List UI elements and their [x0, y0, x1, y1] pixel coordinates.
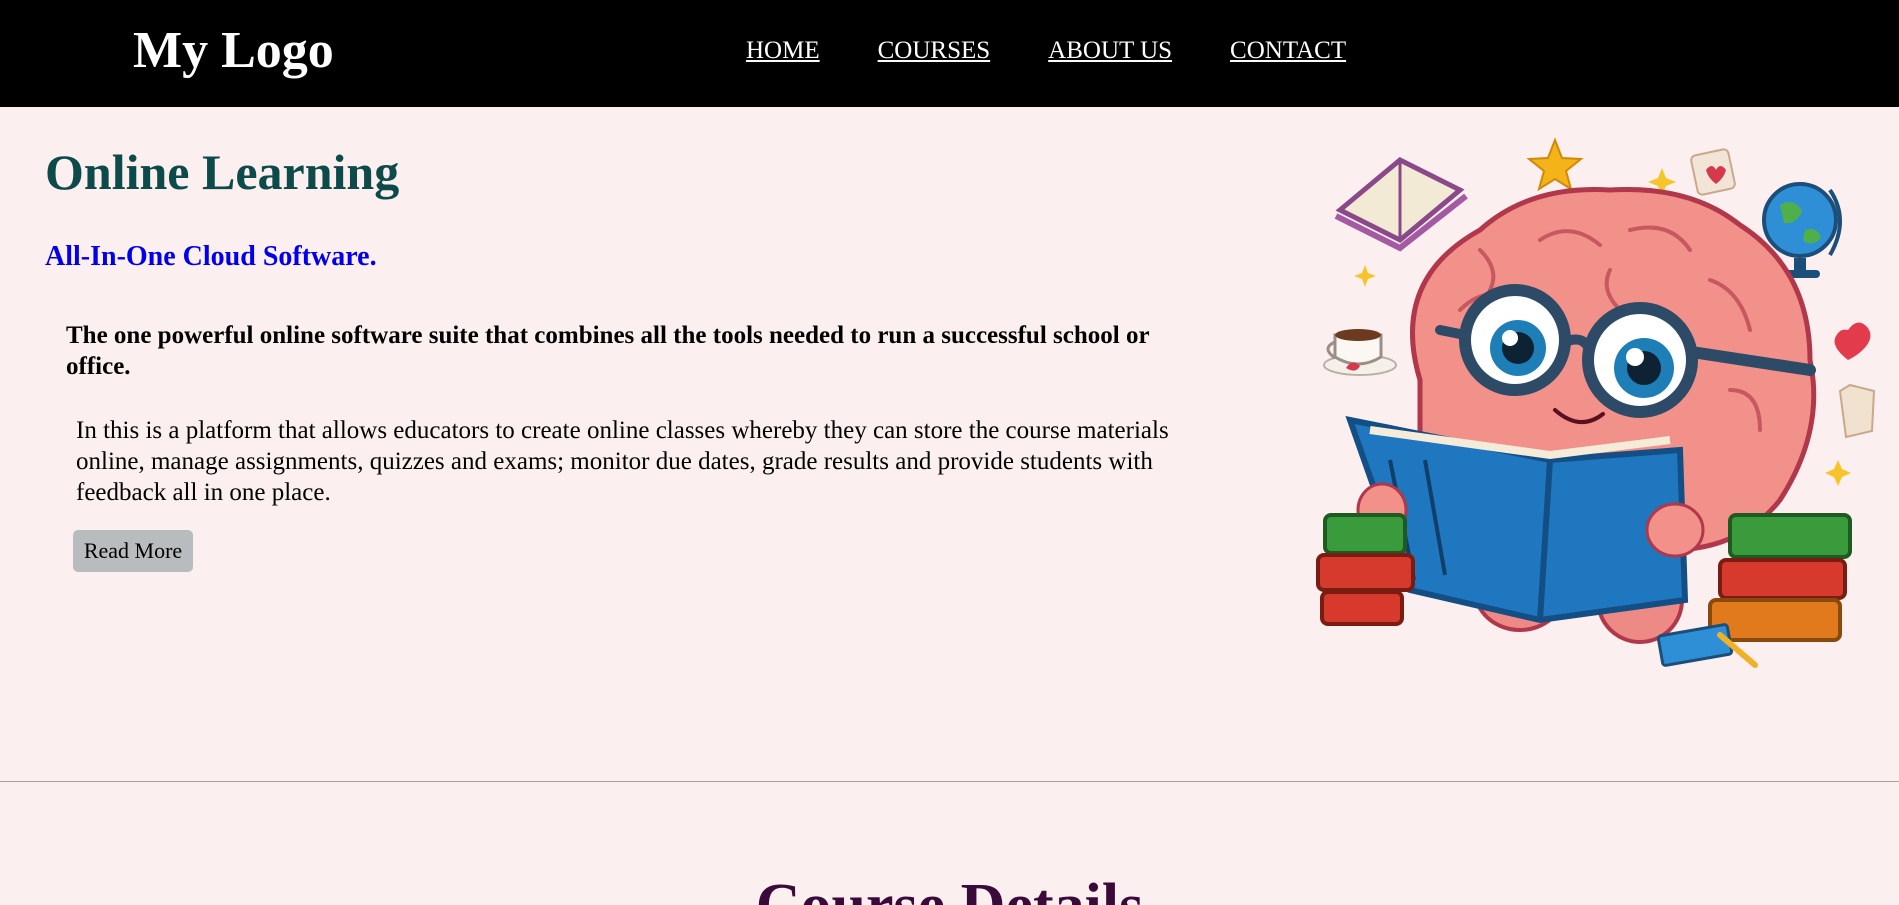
hero-body-text: In this is a platform that allows educat…	[76, 417, 1169, 506]
nav-link-contact[interactable]: CONTACT	[1230, 37, 1346, 65]
site-logo[interactable]: My Logo	[133, 22, 334, 79]
section-divider	[0, 781, 1899, 782]
book-stack-right-icon	[1708, 513, 1852, 642]
star-icon	[1526, 137, 1584, 192]
hero-subtitle: All-In-One Cloud Software.	[45, 241, 377, 272]
main-nav: HOME COURSES ABOUT US CONTACT	[746, 37, 1346, 65]
nav-link-courses[interactable]: COURSES	[878, 37, 991, 65]
tag-icon	[1838, 383, 1876, 439]
hero-lead-text: The one powerful online software suite t…	[66, 322, 1150, 380]
coffee-cup-icon	[1323, 329, 1397, 376]
brain-reading-book-icon	[1310, 130, 1890, 680]
section-title: Course Details	[0, 875, 1899, 905]
navbar: My Logo HOME COURSES ABOUT US CONTACT	[0, 0, 1899, 107]
nav-link-home[interactable]: HOME	[746, 37, 820, 65]
hero-title: Online Learning	[45, 144, 400, 200]
heart-icon	[1834, 322, 1871, 360]
read-more-button[interactable]: Read More	[73, 530, 193, 572]
open-book-icon	[1334, 157, 1468, 252]
book-stack-left-icon	[1316, 513, 1415, 626]
nav-link-about-us[interactable]: ABOUT US	[1048, 37, 1172, 65]
